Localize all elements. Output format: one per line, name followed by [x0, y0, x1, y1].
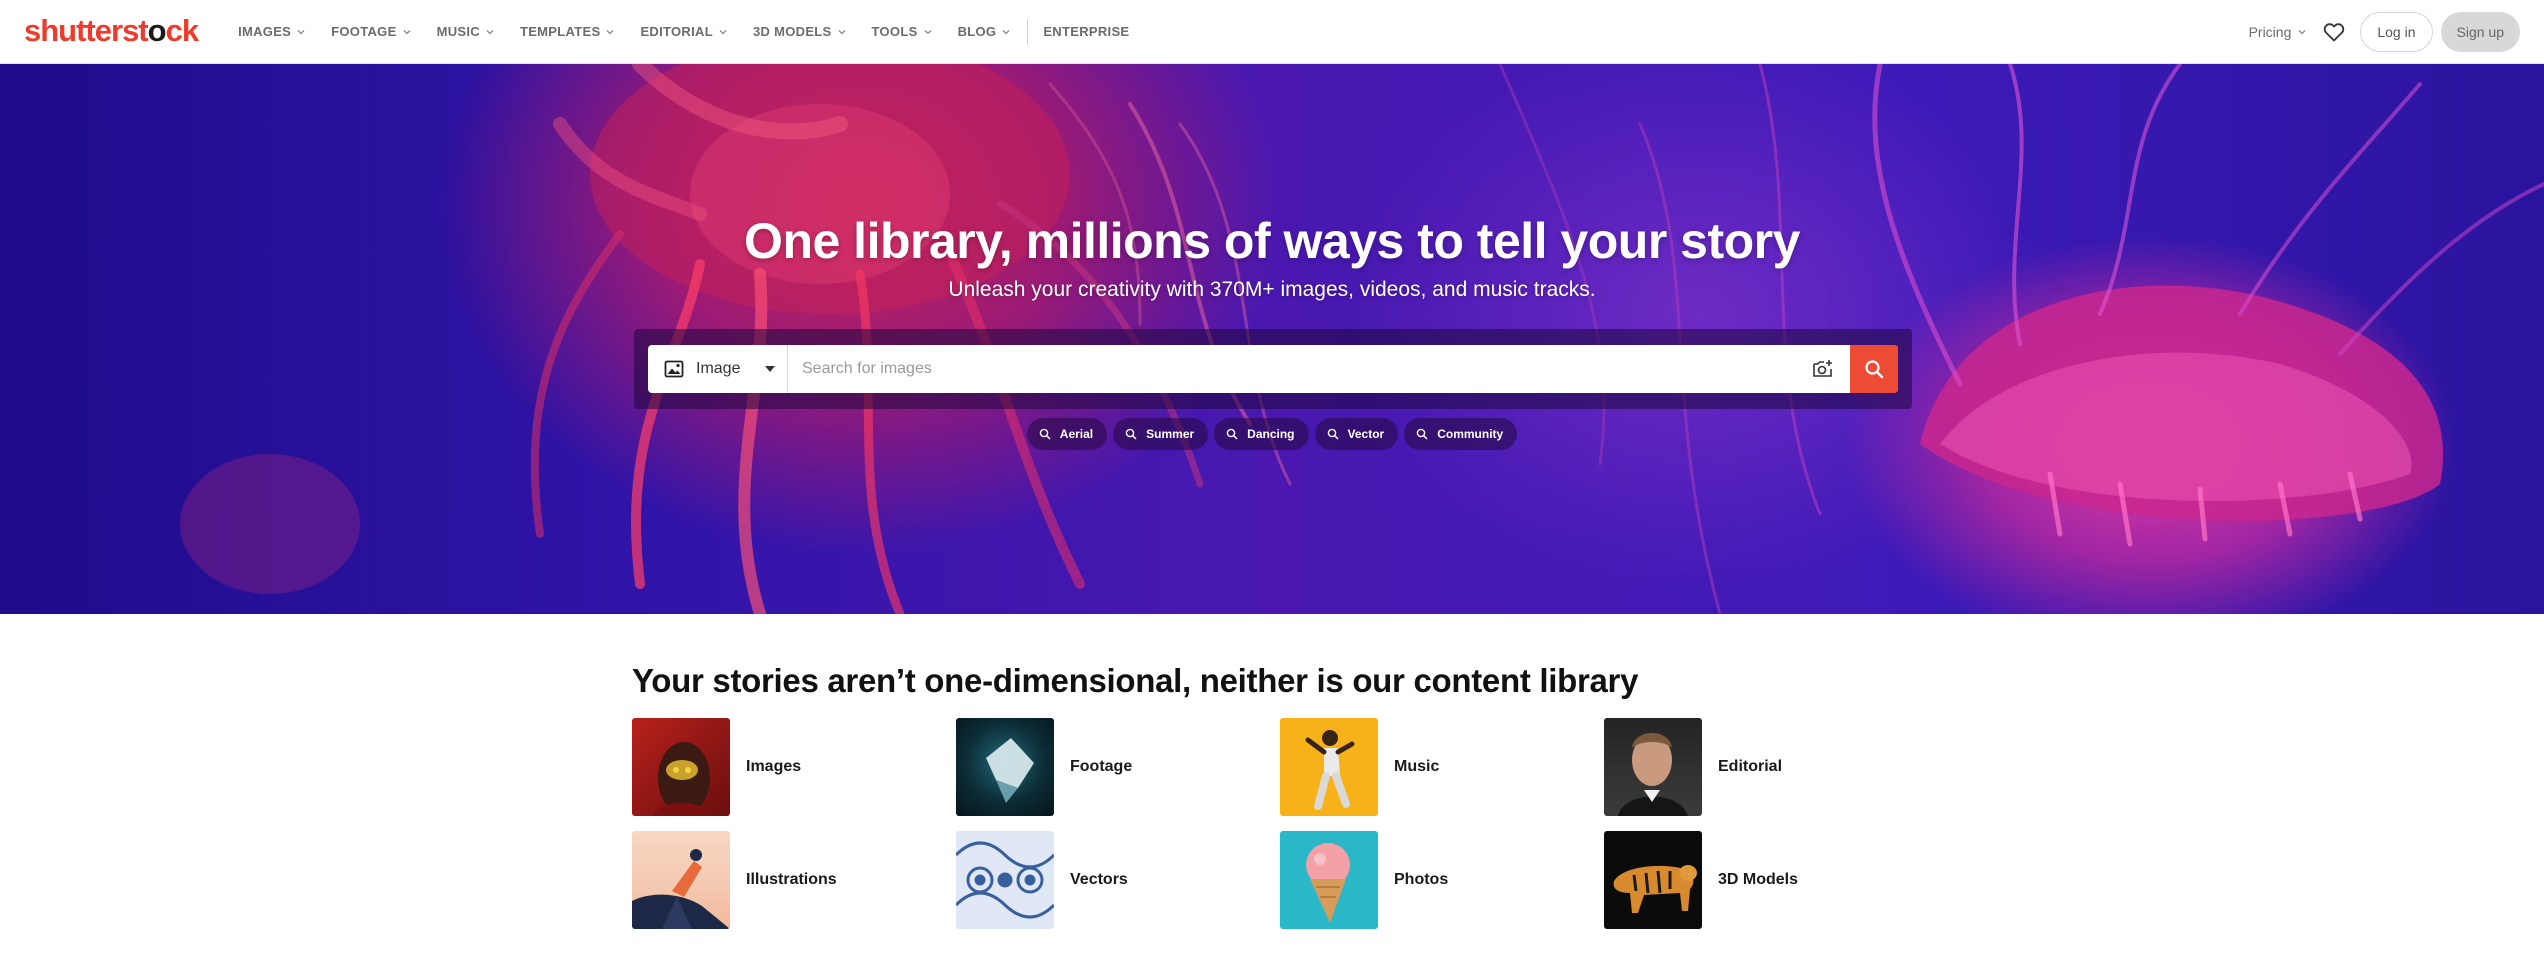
- illustrations-thumbnail: [632, 831, 730, 929]
- category-label: Music: [1394, 758, 1440, 775]
- category-label: Footage: [1070, 758, 1133, 775]
- chevron-down-icon: [403, 29, 411, 34]
- nav-music[interactable]: MUSIC: [424, 0, 507, 64]
- search-icon: [1416, 428, 1428, 440]
- chip-dancing[interactable]: Dancing: [1214, 418, 1309, 450]
- shutterstock-logo[interactable]: shutterstock: [24, 12, 199, 49]
- chevron-down-icon: [606, 29, 614, 34]
- nav-3d-models[interactable]: 3D MODELS: [740, 0, 859, 64]
- signup-button[interactable]: Sign up: [2440, 11, 2520, 52]
- nav-right: Pricing Log in Sign up: [2237, 11, 2520, 52]
- chip-aerial[interactable]: Aerial: [1026, 418, 1108, 450]
- nav-editorial[interactable]: EDITORIAL: [627, 0, 740, 64]
- logo-o: o: [147, 12, 167, 48]
- nav-templates[interactable]: TEMPLATES: [507, 0, 627, 64]
- media-type-select[interactable]: Image: [648, 345, 788, 393]
- category-label: Editorial: [1718, 758, 1783, 775]
- chevron-down-icon: [297, 29, 305, 34]
- hero-subtitle: Unleash your creativity with 370M+ image…: [948, 278, 1596, 301]
- search-icon: [1226, 428, 1238, 440]
- images-thumbnail: [632, 718, 730, 816]
- category-label: 3D Models: [1718, 871, 1799, 888]
- category-editorial[interactable]: Editorial: [1604, 718, 1928, 816]
- category-grid: Images Footage Music Editorial Illustrat…: [632, 718, 1932, 929]
- search-container: Image: [634, 329, 1912, 409]
- chevron-down-icon: [838, 29, 845, 34]
- pricing-menu[interactable]: Pricing: [2237, 24, 2319, 40]
- nav-images[interactable]: IMAGES: [225, 0, 318, 64]
- nav-divider: [1027, 19, 1029, 44]
- category-label: Images: [746, 758, 802, 775]
- chevron-down-icon: [486, 29, 494, 34]
- search-bar: Image: [648, 345, 1898, 393]
- hero-title: One library, millions of ways to tell yo…: [744, 213, 1800, 269]
- search-input[interactable]: [788, 345, 1796, 393]
- chip-community[interactable]: Community: [1404, 418, 1518, 450]
- music-thumbnail: [1280, 718, 1378, 816]
- search-icon: [1865, 360, 1884, 379]
- category-label: Illustrations: [746, 871, 837, 888]
- camera-icon: [1813, 360, 1832, 377]
- nav-blog[interactable]: BLOG: [945, 0, 1024, 64]
- category-3d-models[interactable]: 3D Models: [1604, 831, 1928, 929]
- chip-summer[interactable]: Summer: [1113, 418, 1209, 450]
- nav-tools[interactable]: TOOLS: [859, 0, 945, 64]
- caret-down-icon: [765, 366, 775, 372]
- main-menu: IMAGES FOOTAGE MUSIC TEMPLATES EDITORIAL…: [225, 0, 1142, 64]
- chevron-down-icon: [719, 29, 727, 34]
- category-illustrations[interactable]: Illustrations: [632, 831, 956, 929]
- chevron-down-icon: [2298, 29, 2306, 34]
- chevron-down-icon: [924, 29, 932, 34]
- footage-thumbnail: [956, 718, 1054, 816]
- hero-banner: One library, millions of ways to tell yo…: [0, 64, 2544, 614]
- media-type-label: Image: [696, 360, 741, 377]
- search-button[interactable]: [1850, 345, 1898, 393]
- vectors-thumbnail: [956, 831, 1054, 929]
- category-images[interactable]: Images: [632, 718, 956, 816]
- category-label: Photos: [1394, 871, 1449, 888]
- suggested-searches: Aerial Summer Dancing Vector Community: [0, 418, 2544, 450]
- category-label: Vectors: [1070, 871, 1128, 888]
- search-icon: [1039, 428, 1051, 440]
- top-navigation: shutterstock IMAGES FOOTAGE MUSIC TEMPLA…: [0, 0, 2544, 64]
- login-button[interactable]: Log in: [2360, 11, 2433, 52]
- nav-enterprise[interactable]: ENTERPRISE: [1030, 0, 1142, 64]
- 3d-models-thumbnail: [1604, 831, 1702, 929]
- heart-icon[interactable]: [2322, 20, 2346, 44]
- category-music[interactable]: Music: [1280, 718, 1604, 816]
- editorial-thumbnail: [1604, 718, 1702, 816]
- search-by-image-button[interactable]: [1796, 345, 1850, 393]
- category-photos[interactable]: Photos: [1280, 831, 1604, 929]
- photos-thumbnail: [1280, 831, 1378, 929]
- chevron-down-icon: [1002, 29, 1010, 34]
- nav-footage[interactable]: FOOTAGE: [318, 0, 423, 64]
- category-vectors[interactable]: Vectors: [956, 831, 1280, 929]
- category-footage[interactable]: Footage: [956, 718, 1280, 816]
- chip-vector[interactable]: Vector: [1314, 418, 1399, 450]
- section-title: Your stories aren’t one-dimensional, nei…: [632, 662, 1639, 699]
- search-icon: [1125, 428, 1137, 440]
- search-icon: [1327, 428, 1339, 440]
- image-icon: [664, 360, 684, 378]
